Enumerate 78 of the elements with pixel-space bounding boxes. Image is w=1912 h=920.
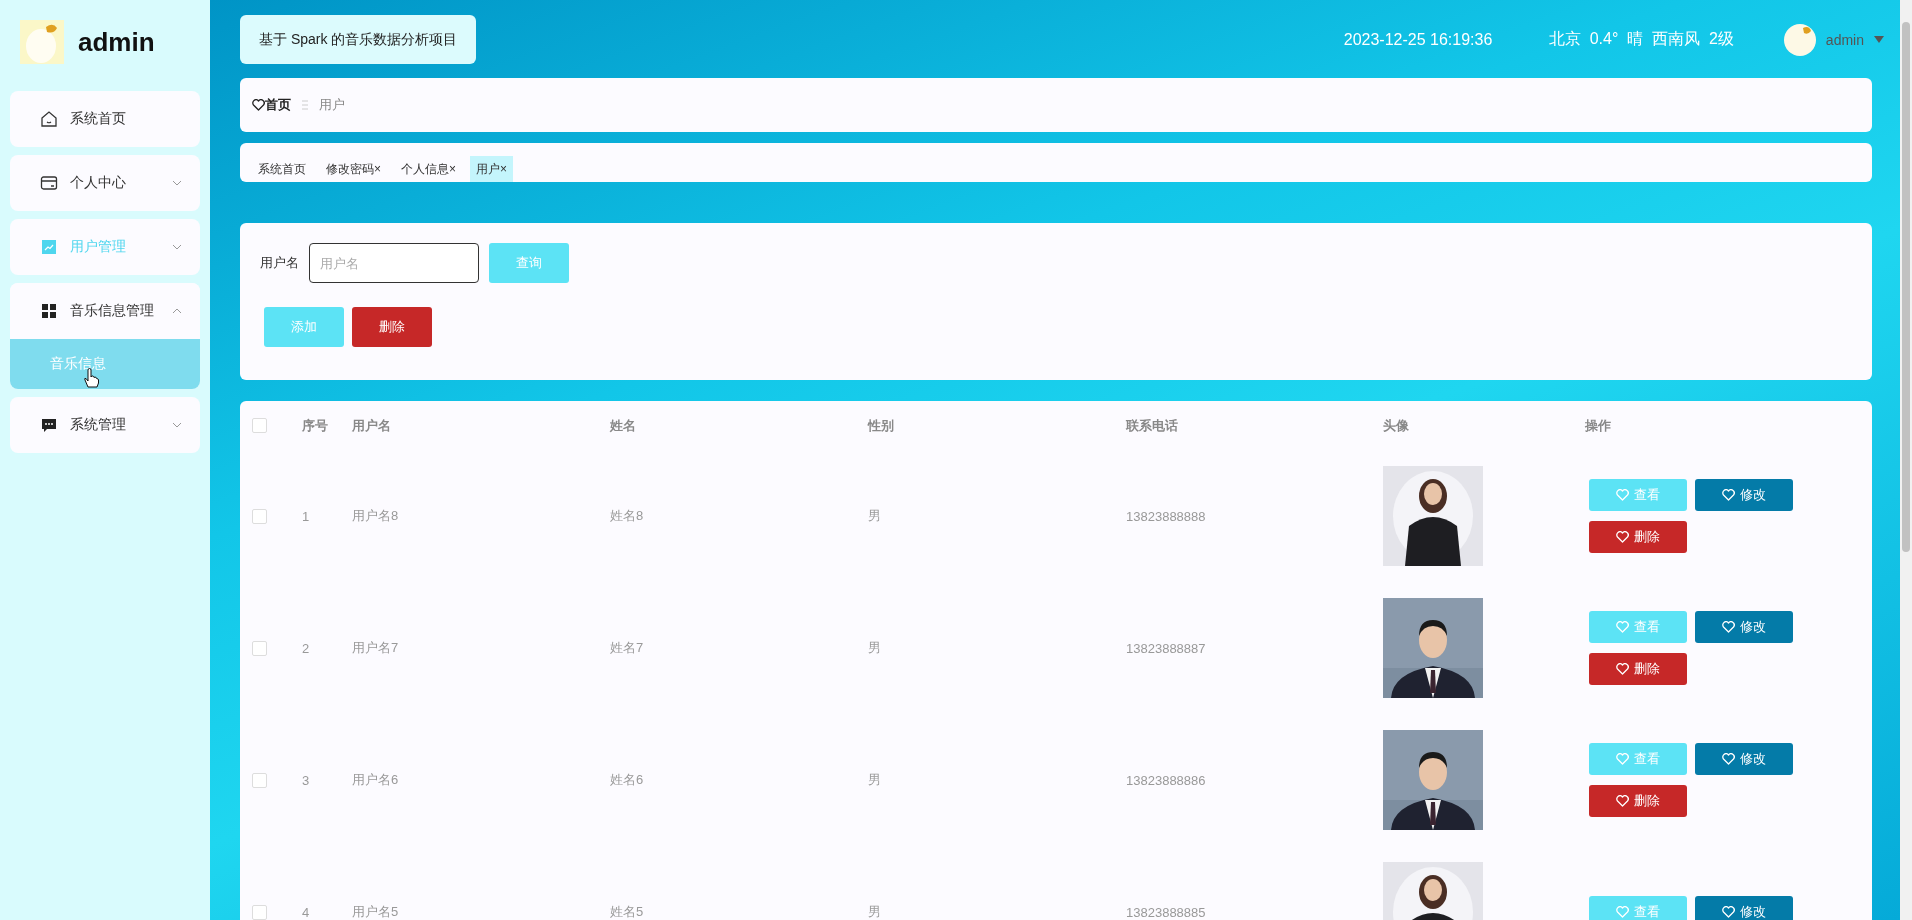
checkbox[interactable] <box>252 418 267 433</box>
edit-button[interactable]: 修改 <box>1695 896 1793 920</box>
caret-icon[interactable] <box>1874 36 1884 43</box>
heart-icon <box>1722 753 1735 765</box>
checkbox[interactable] <box>252 508 267 524</box>
breadcrumb-current: 用户 <box>319 96 345 114</box>
table-cell: 13823888888 <box>1126 508 1206 524</box>
delete-button[interactable]: 删除 <box>1589 653 1687 685</box>
delete-button[interactable]: 删除 <box>1589 521 1687 553</box>
tab[interactable]: 修改密码× <box>320 156 387 182</box>
separator-icon <box>301 99 309 111</box>
heart-icon <box>1616 531 1629 543</box>
user-name[interactable]: admin <box>1825 31 1864 48</box>
edit-button[interactable]: 修改 <box>1695 479 1793 511</box>
table-cell: 用户名6 <box>352 772 399 787</box>
table-cell: 姓名8 <box>610 508 644 523</box>
table-cell: 男 <box>868 772 881 787</box>
table-cell: 用户名7 <box>352 640 399 655</box>
heart-icon <box>1616 795 1629 807</box>
heart-icon <box>252 99 265 111</box>
edit-button[interactable]: 修改 <box>1695 611 1793 643</box>
date-time: 2023-12-25 16:19:36 <box>1343 30 1494 49</box>
scrollbar-thumb[interactable] <box>1902 22 1910 552</box>
table-cell: 13823888885 <box>1126 904 1206 920</box>
table-cell: 男 <box>868 904 881 919</box>
heart-icon <box>1722 621 1735 633</box>
table-cell: 13823888886 <box>1126 772 1206 788</box>
edit-button[interactable]: 修改 <box>1695 743 1793 775</box>
heart-icon <box>1722 906 1735 918</box>
tab[interactable]: 个人信息× <box>395 156 463 182</box>
chat-bubble-icon <box>41 417 57 433</box>
delete-button[interactable]: 删除 <box>1589 785 1687 817</box>
sidebar-item[interactable]: 个人中心 <box>10 155 200 211</box>
column-header: 性别 <box>868 416 895 435</box>
table-cell: 1 <box>302 508 310 524</box>
column-header: 姓名 <box>610 416 637 435</box>
brand-name: admin <box>78 26 155 58</box>
breadcrumb-link[interactable]: 首页 <box>265 96 291 114</box>
heart-icon <box>1616 906 1629 918</box>
chart-icon <box>41 239 57 255</box>
table-cell: 姓名7 <box>610 640 644 655</box>
heart-icon <box>1616 489 1629 501</box>
table-cell: 男 <box>868 640 881 655</box>
weather-info: 北京 0.4° 晴 西南风 2级 <box>1548 29 1734 49</box>
column-header: 操作 <box>1585 416 1612 435</box>
table-cell: 用户名5 <box>352 904 399 919</box>
heart-icon <box>1722 489 1735 501</box>
table-cell: 姓名5 <box>610 904 644 919</box>
column-header: 用户名 <box>352 416 392 435</box>
table-cell: 4 <box>302 904 310 920</box>
column-header: 头像 <box>1383 416 1410 435</box>
project-title: 基于 Spark 的音乐数据分析项目 <box>240 15 477 64</box>
checkbox[interactable] <box>252 772 267 788</box>
table-cell: 男 <box>868 508 881 523</box>
field-label: 用户名 <box>260 254 299 272</box>
logo-icon <box>20 20 64 64</box>
delete-button[interactable]: 删除 <box>352 307 432 347</box>
column-header: 序号 <box>302 416 329 435</box>
home-icon <box>40 110 58 128</box>
table-cell: 用户名8 <box>352 508 399 523</box>
table-cell: 3 <box>302 772 310 788</box>
tab[interactable]: 用户× <box>470 156 514 182</box>
card-icon <box>40 175 58 191</box>
sidebar-item[interactable]: 系统首页 <box>10 91 200 147</box>
username-input-field[interactable]: 用户名 <box>309 243 479 283</box>
heart-icon <box>1616 753 1629 765</box>
tab[interactable]: 系统首页 <box>252 156 312 182</box>
table-cell: 姓名6 <box>610 772 644 787</box>
avatar-icon[interactable] <box>1783 23 1816 56</box>
heart-icon <box>1616 621 1629 633</box>
checkbox[interactable] <box>252 640 267 656</box>
table-cell: 2 <box>302 640 310 656</box>
sidebar-item[interactable]: 系统管理 <box>10 397 200 453</box>
checkbox[interactable] <box>252 904 267 920</box>
grid-icon <box>41 303 57 319</box>
column-header: 联系电话 <box>1126 416 1179 435</box>
heart-icon <box>1616 663 1629 675</box>
table-cell: 13823888887 <box>1126 640 1206 656</box>
